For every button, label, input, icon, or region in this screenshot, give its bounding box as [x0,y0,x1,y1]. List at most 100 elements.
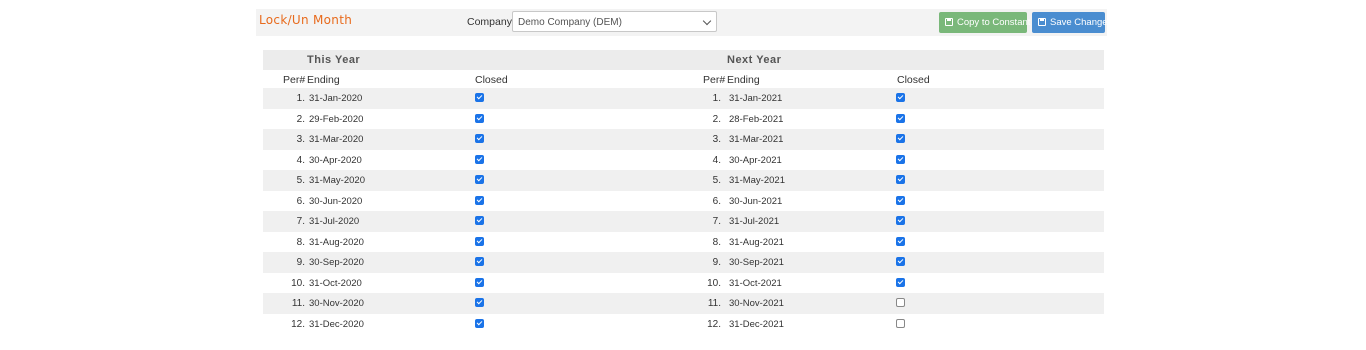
next-closed-checkbox[interactable] [896,175,905,184]
next-period-number: 5. [712,175,721,186]
next-closed-checkbox[interactable] [896,298,905,307]
this-period-number: 5. [296,175,305,186]
save-changes-label: Save Changes [1050,17,1113,28]
table-row: 2. 29-Feb-2020 2. 28-Feb-2021 [263,109,1104,130]
this-closed-checkbox[interactable] [475,318,484,328]
this-period-number: 4. [296,154,305,166]
this-ending-date: 31-Mar-2020 [309,134,364,145]
table-row: 9. 30-Sep-2020 9. 30-Sep-2021 [263,252,1104,273]
this-closed-checkbox[interactable] [475,154,484,164]
period-rows: 1. 31-Jan-2020 1. 31-Jan-2021 2. 29-Feb-2020 2… [263,88,1104,334]
this-ending-date: 31-Aug-2020 [309,236,364,248]
table-row: 3. 31-Mar-2020 3. 31-Mar-2021 [263,129,1104,150]
group-header: This Year Next Year [263,50,1104,70]
next-ending-date: 30-Nov-2021 [729,298,784,309]
this-closed-checkbox[interactable] [475,257,484,266]
this-ending-date: 31-Jul-2020 [309,216,360,227]
next-ending-date: 28-Feb-2021 [729,113,784,125]
next-ending-date: 31-Jan-2021 [729,93,783,104]
this-ending-date: 30-Sep-2020 [309,257,364,268]
next-closed-checkbox[interactable] [896,134,905,143]
this-closed-checkbox[interactable] [475,236,484,246]
this-closed-checkbox[interactable] [475,195,484,205]
floppy-disk-icon [1038,18,1046,26]
next-period-number: 2. [712,113,721,125]
next-ending-date: 30-Apr-2021 [729,154,782,166]
table-row: 10. 31-Oct-2020 10. 31-Oct-2021 [263,273,1104,294]
next-per-header: Per# [703,74,726,86]
next-ending-date: 30-Sep-2021 [729,257,784,268]
next-ending-date: 31-May-2021 [729,175,785,186]
next-period-number: 10. [707,277,721,289]
next-period-number: 12. [707,318,721,330]
this-closed-checkbox[interactable] [475,175,484,184]
company-select[interactable]: Demo Company (DEM) [512,11,717,32]
this-period-number: 2. [296,113,305,125]
next-closed-checkbox[interactable] [896,113,905,123]
page-title: Lock/Un Month [259,13,353,27]
this-period-number: 12. [291,318,305,330]
this-closed-checkbox[interactable] [475,216,484,225]
this-ending-date: 31-Jan-2020 [309,93,363,104]
this-closed-checkbox[interactable] [475,93,484,102]
copy-to-constant-button[interactable]: Copy to Constant [939,12,1031,33]
this-ending-date: 29-Feb-2020 [309,113,364,125]
next-closed-checkbox[interactable] [896,257,905,266]
this-ending-date: 30-Jun-2020 [309,195,363,207]
column-header: Per# Ending Closed Per# Ending Closed [263,70,1104,88]
next-period-number: 6. [712,195,721,207]
this-period-number: 11. [291,298,305,309]
next-ending-date: 31-Mar-2021 [729,134,784,145]
table-row: 5. 31-May-2020 5. 31-May-2021 [263,170,1104,191]
this-closed-checkbox[interactable] [475,113,484,123]
this-closed-checkbox[interactable] [475,277,484,287]
next-period-number: 4. [712,154,721,166]
table-row: 6. 30-Jun-2020 6. 30-Jun-2021 [263,191,1104,212]
floppy-disk-icon [945,18,953,26]
company-label: Company: [467,16,515,28]
this-closed-header: Closed [475,74,508,86]
this-period-number: 10. [291,277,305,289]
this-ending-date: 30-Nov-2020 [309,298,364,309]
next-closed-checkbox[interactable] [896,277,905,287]
this-ending-date: 31-Oct-2020 [309,277,362,289]
this-period-number: 1. [296,93,305,104]
next-period-number: 9. [712,257,721,268]
table-row: 4. 30-Apr-2020 4. 30-Apr-2021 [263,150,1104,171]
next-closed-checkbox[interactable] [896,236,905,246]
table-row: 7. 31-Jul-2020 7. 31-Jul-2021 [263,211,1104,232]
next-closed-checkbox[interactable] [896,318,905,328]
copy-to-constant-label: Copy to Constant [957,17,1031,28]
toolbar: Lock/Un Month Company: Demo Company (DEM… [256,9,1112,36]
next-ending-header: Ending [727,74,760,86]
company-select-value: Demo Company (DEM) [518,17,622,28]
this-ending-date: 30-Apr-2020 [309,154,362,166]
next-year-title: Next Year [727,54,782,66]
this-period-number: 8. [296,236,305,248]
next-period-number: 1. [712,93,721,104]
next-closed-checkbox[interactable] [896,195,905,205]
this-period-number: 3. [296,134,305,145]
chevron-down-icon [702,16,712,26]
table-row: 12. 31-Dec-2020 12. 31-Dec-2021 [263,314,1104,335]
next-period-number: 8. [712,236,721,248]
next-ending-date: 30-Jun-2021 [729,195,783,207]
next-period-number: 7. [712,216,721,227]
next-period-number: 11. [707,298,721,309]
this-ending-date: 31-Dec-2020 [309,318,364,330]
next-ending-date: 31-Jul-2021 [729,216,780,227]
this-ending-header: Ending [307,74,340,86]
next-closed-checkbox[interactable] [896,154,905,164]
table-row: 11. 30-Nov-2020 11. 30-Nov-2021 [263,293,1104,314]
this-closed-checkbox[interactable] [475,298,484,307]
next-period-number: 3. [712,134,721,145]
this-period-number: 9. [296,257,305,268]
next-ending-date: 31-Aug-2021 [729,236,784,248]
this-year-title: This Year [307,54,361,66]
this-closed-checkbox[interactable] [475,134,484,143]
this-per-header: Per# [283,74,306,86]
next-closed-checkbox[interactable] [896,93,905,102]
next-ending-date: 31-Dec-2021 [729,318,784,330]
next-closed-checkbox[interactable] [896,216,905,225]
save-changes-button[interactable]: Save Changes [1032,12,1112,33]
